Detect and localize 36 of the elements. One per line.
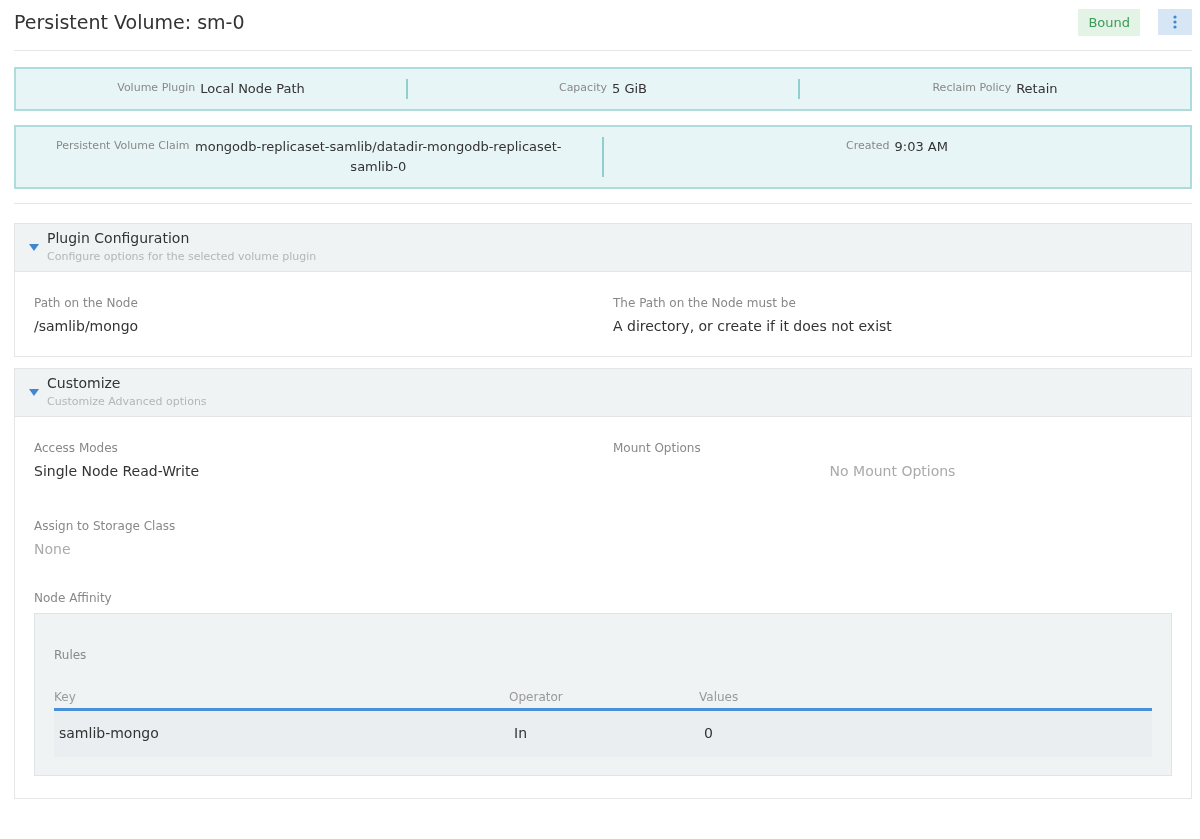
field-value: Single Node Read-Write (34, 463, 201, 479)
field-label: Node Affinity (34, 591, 113, 605)
section-title: Plugin Configuration (47, 230, 191, 246)
summary-label: Capacity (558, 80, 608, 94)
summary-value: Local Node Path (200, 80, 305, 98)
page-title: Persistent Volume: sm-0 (14, 11, 246, 33)
caret-down-icon[interactable] (29, 386, 39, 397)
summary-value: 5 GiB (612, 80, 648, 98)
section-header[interactable]: Plugin Configuration Configure options for the selected volume plugin (14, 223, 1192, 272)
section-title: Customize (47, 375, 122, 391)
field-label: Access Modes (34, 441, 119, 455)
summary-label: Created (846, 138, 890, 152)
summary-label: Persistent Volume Claim (56, 138, 190, 152)
field-value: /samlib/mongo (34, 318, 140, 334)
summary-value: 9:03 AM (894, 138, 948, 156)
summary-value: mongodb-replicaset-samlib/datadir-mongodb-replicaset-samlib-0 (194, 138, 562, 176)
table-cell: In (509, 711, 699, 757)
field-label: Mount Options (613, 441, 702, 455)
summary-label: Reclaim Policy (932, 80, 1012, 94)
vertical-dots-icon (1173, 15, 1177, 29)
status-badge: Bound (1078, 8, 1140, 36)
field-value: A directory, or create if it does not exist (613, 318, 893, 334)
summary-label: Volume Plugin (117, 80, 196, 94)
summary-value: Retain (1016, 80, 1058, 98)
field-label: Assign to Storage Class (34, 519, 177, 533)
field-label: Path on the Node (34, 296, 139, 310)
field-value: None (34, 541, 72, 557)
section-subtitle: Configure options for the selected volume plugin (47, 250, 317, 263)
rules-label: Rules (54, 648, 88, 662)
field-label: The Path on the Node must be (613, 296, 797, 310)
table-cell: 0 (699, 711, 1152, 757)
section-subtitle: Customize Advanced options (47, 395, 207, 408)
empty-message: No Mount Options (828, 463, 957, 479)
table-cell: samlib-mongo (54, 711, 509, 757)
caret-down-icon[interactable] (29, 241, 39, 252)
section-header[interactable]: Customize Customize Advanced options (14, 368, 1192, 417)
